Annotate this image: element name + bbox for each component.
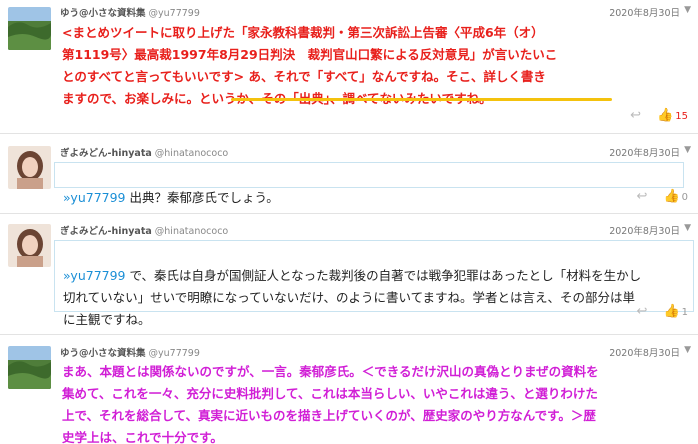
user-handle[interactable]: @yu77799 bbox=[149, 348, 200, 359]
tweet-feed: ゆう@小さな資料集 @yu77799 2020年8月30日 ▼ <まとめツイートに… bbox=[0, 0, 698, 444]
like-thumb-icon: 👍 bbox=[663, 304, 680, 319]
user-name[interactable]: ぎよみどん-hinyata bbox=[60, 226, 152, 237]
tweet-text: まあ、本題とは関係ないのですが、一言。秦郁彦氏。＜できるだけ沢山の真偽とりまぜの… bbox=[62, 364, 599, 444]
reply-icon[interactable]: ↩ bbox=[637, 304, 648, 320]
reply-mention[interactable]: »yu77799 bbox=[63, 268, 126, 283]
tweet-date[interactable]: 2020年8月30日 bbox=[609, 5, 680, 19]
chevron-down-icon[interactable]: ▼ bbox=[684, 5, 691, 15]
tweet-text: <まとめツイートに取り上げた「家永教科書裁判・第三次訴訟上告審〈平成6年（オ） … bbox=[62, 25, 558, 106]
like-button[interactable]: 👍 0 bbox=[663, 189, 688, 205]
highlight-underline bbox=[231, 98, 612, 101]
divider bbox=[0, 133, 698, 134]
tweet-header: ぎよみどん-hinyata @hinatanococo bbox=[60, 145, 228, 159]
like-count: 0 bbox=[681, 191, 688, 203]
user-name[interactable]: ぎよみどん-hinyata bbox=[60, 148, 152, 159]
tweet-text: 出典？秦郁彦氏でしょう。 bbox=[125, 190, 279, 205]
tweet-actions: ↩ 👍 0 bbox=[637, 189, 688, 205]
like-count: 1 bbox=[681, 306, 688, 318]
tweet-actions: ↩ 👍 15 bbox=[630, 108, 688, 124]
avatar[interactable] bbox=[8, 346, 51, 389]
chevron-down-icon[interactable]: ▼ bbox=[684, 223, 691, 233]
like-thumb-icon: 👍 bbox=[657, 108, 674, 123]
like-button[interactable]: 👍 1 bbox=[663, 304, 688, 320]
user-name[interactable]: ゆう@小さな資料集 bbox=[60, 8, 146, 19]
user-handle[interactable]: @hinatanococo bbox=[155, 226, 228, 237]
tweet-header: ぎよみどん-hinyata @hinatanococo bbox=[60, 223, 228, 237]
tweet-date[interactable]: 2020年8月30日 bbox=[609, 145, 680, 159]
like-thumb-icon: 👍 bbox=[663, 189, 680, 204]
user-name[interactable]: ゆう@小さな資料集 bbox=[60, 348, 146, 359]
tweet-item: ぎよみどん-hinyata @hinatanococo 2020年8月30日 ▼ … bbox=[0, 218, 698, 333]
avatar[interactable] bbox=[8, 224, 51, 267]
like-count: 15 bbox=[675, 110, 688, 122]
tweet-text: で、秦氏は自身が国側証人となった裁判後の自著では戦争犯罪はあったとし「材料を生か… bbox=[63, 268, 642, 327]
user-handle[interactable]: @hinatanococo bbox=[155, 148, 228, 159]
tweet-date[interactable]: 2020年8月30日 bbox=[609, 223, 680, 237]
avatar[interactable] bbox=[8, 7, 51, 50]
reply-mention[interactable]: »yu77799 bbox=[63, 190, 126, 205]
reply-icon[interactable]: ↩ bbox=[637, 189, 648, 205]
tweet-text-box: »yu77799 で、秦氏は自身が国側証人となった裁判後の自著では戦争犯罪はあっ… bbox=[54, 240, 694, 327]
tweet-item: ゆう@小さな資料集 @yu77799 2020年8月30日 ▼ <まとめツイートに… bbox=[0, 0, 698, 128]
chevron-down-icon[interactable]: ▼ bbox=[684, 345, 691, 355]
tweet-text-box: »yu77799 出典？秦郁彦氏でしょう。 bbox=[54, 162, 684, 205]
tweet-header: ゆう@小さな資料集 @yu77799 bbox=[60, 345, 200, 359]
avatar[interactable] bbox=[8, 146, 51, 189]
like-button[interactable]: 👍 15 bbox=[657, 108, 688, 124]
chevron-down-icon[interactable]: ▼ bbox=[684, 145, 691, 155]
divider bbox=[0, 213, 698, 214]
tweet-header: ゆう@小さな資料集 @yu77799 bbox=[60, 5, 200, 19]
reply-icon[interactable]: ↩ bbox=[630, 108, 641, 124]
tweet-date[interactable]: 2020年8月30日 bbox=[609, 345, 680, 359]
tweet-actions: ↩ 👍 1 bbox=[637, 304, 688, 320]
tweet-item: ゆう@小さな資料集 @yu77799 2020年8月30日 ▼ まあ、本題とは関係… bbox=[0, 340, 698, 444]
tweet-item: ぎよみどん-hinyata @hinatanococo 2020年8月30日 ▼ … bbox=[0, 140, 698, 210]
divider bbox=[0, 334, 698, 335]
user-handle[interactable]: @yu77799 bbox=[149, 8, 200, 19]
